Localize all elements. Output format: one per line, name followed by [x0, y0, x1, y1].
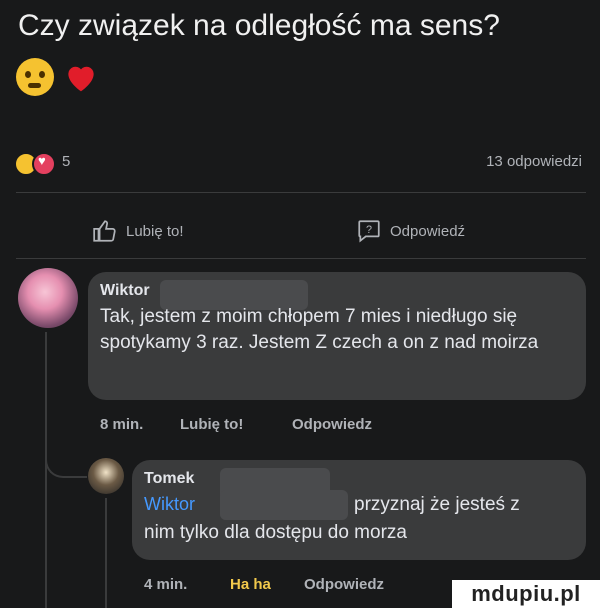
sweat-smile-icon [16, 58, 54, 96]
reaction-count[interactable]: 5 [62, 153, 70, 170]
comment-time[interactable]: 8 min. [100, 416, 180, 433]
avatar[interactable] [18, 268, 78, 328]
like-button[interactable]: Lubię to! [92, 218, 184, 244]
like-label: Lubię to! [126, 222, 184, 240]
comment-bubble: Wiktor Tak, jestem z moim chłopem 7 mies… [88, 272, 586, 400]
comment-author[interactable]: Tomek [144, 470, 194, 488]
comment-reply-button[interactable]: Odpowiedz [292, 416, 372, 433]
reply-bubble: Tomek Wiktor przyznaj że jesteś z nim ty… [132, 460, 586, 560]
love-reaction-icon [32, 152, 56, 176]
reaction-icons[interactable] [14, 152, 56, 176]
thread-line [105, 498, 107, 608]
avatar[interactable] [88, 458, 124, 494]
svg-text:?: ? [366, 224, 372, 236]
post-stats: 5 13 odpowiedzi [14, 150, 586, 176]
divider [16, 258, 586, 259]
post-actions: Lubię to! ? Odpowiedź [0, 218, 600, 244]
comment-reply-button[interactable]: Odpowiedz [304, 576, 384, 593]
comment-label: Odpowiedź [390, 222, 466, 240]
comment-meta: 8 min. Lubię to! Odpowiedz [100, 416, 372, 433]
divider [16, 192, 586, 193]
thread-line [45, 332, 47, 608]
comment-text: Tak, jestem z moim chłopem 7 mies i nied… [100, 306, 539, 353]
post-emojis [16, 58, 100, 96]
red-heart-icon [62, 58, 100, 96]
comment-like-button[interactable]: Lubię to! [180, 416, 292, 433]
comment-time[interactable]: 4 min. [144, 576, 230, 593]
thumbs-up-icon [93, 220, 116, 242]
comment-text: nim tylko dla dostępu do morza [144, 522, 407, 543]
watermark-logo: mdupiu.pl [452, 580, 600, 608]
mention-link[interactable]: Wiktor [144, 494, 195, 515]
comment-count[interactable]: 13 odpowiedzi [486, 153, 582, 170]
comment-icon: ? [358, 220, 380, 243]
comment-meta: 4 min. Ha ha Odpowiedz [144, 576, 384, 593]
redacted-name [220, 490, 348, 520]
post-text: Czy związek na odległość ma sens? [18, 9, 500, 42]
comment-author[interactable]: Wiktor [100, 282, 150, 300]
comment-text: przyznaj że jesteś z [354, 494, 520, 515]
comment-button[interactable]: ? Odpowiedź [356, 218, 465, 244]
thread-connector [45, 430, 87, 478]
comment-reaction-button[interactable]: Ha ha [230, 576, 304, 593]
